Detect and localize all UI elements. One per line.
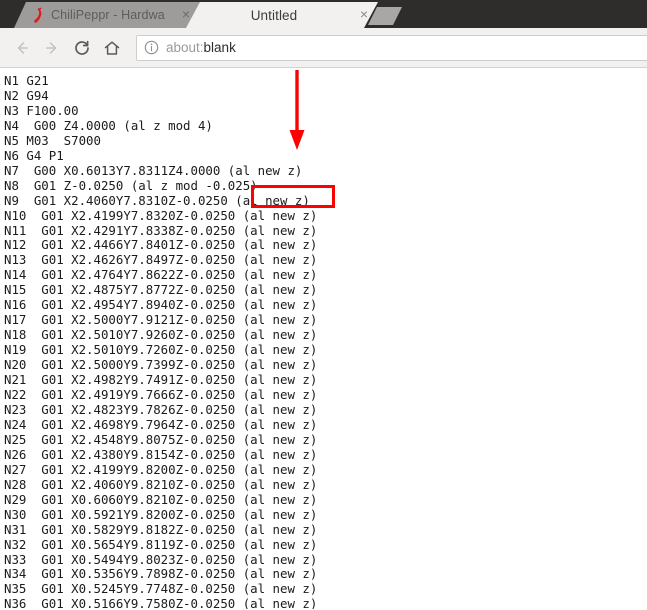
home-icon xyxy=(104,40,120,55)
page-content: N1 G21 N2 G94 N3 F100.00 N4 G00 Z4.0000 … xyxy=(0,68,647,609)
url-scheme: about: xyxy=(166,40,204,55)
address-bar[interactable]: about:blank xyxy=(136,34,647,61)
tab-close-icon[interactable]: × xyxy=(356,7,372,23)
page-info-icon[interactable] xyxy=(143,39,160,56)
chili-pepper-icon xyxy=(32,7,46,23)
browser-window: ChiliPeppr - Hardwa × Untitled × about:b… xyxy=(0,0,647,610)
reload-icon xyxy=(75,40,89,55)
forward-button[interactable] xyxy=(38,34,66,62)
address-bar-text: about:blank xyxy=(166,40,236,55)
arrow-right-icon xyxy=(46,41,57,54)
tab-title-chilipeppr: ChiliPeppr - Hardwa xyxy=(51,8,165,22)
tab-strip: ChiliPeppr - Hardwa × Untitled × xyxy=(0,0,647,28)
reload-button[interactable] xyxy=(68,34,96,62)
tab-untitled[interactable]: Untitled × xyxy=(186,2,378,28)
back-button[interactable] xyxy=(8,34,36,62)
tab-strip-filler xyxy=(402,0,647,28)
browser-toolbar: about:blank xyxy=(0,28,647,68)
tab-title-untitled: Untitled xyxy=(250,7,298,23)
home-button[interactable] xyxy=(98,34,126,62)
arrow-left-icon xyxy=(17,41,28,54)
tab-chilipeppr[interactable]: ChiliPeppr - Hardwa × xyxy=(14,2,200,28)
url-rest: blank xyxy=(203,40,236,55)
gcode-text: N1 G21 N2 G94 N3 F100.00 N4 G00 Z4.0000 … xyxy=(4,73,318,609)
